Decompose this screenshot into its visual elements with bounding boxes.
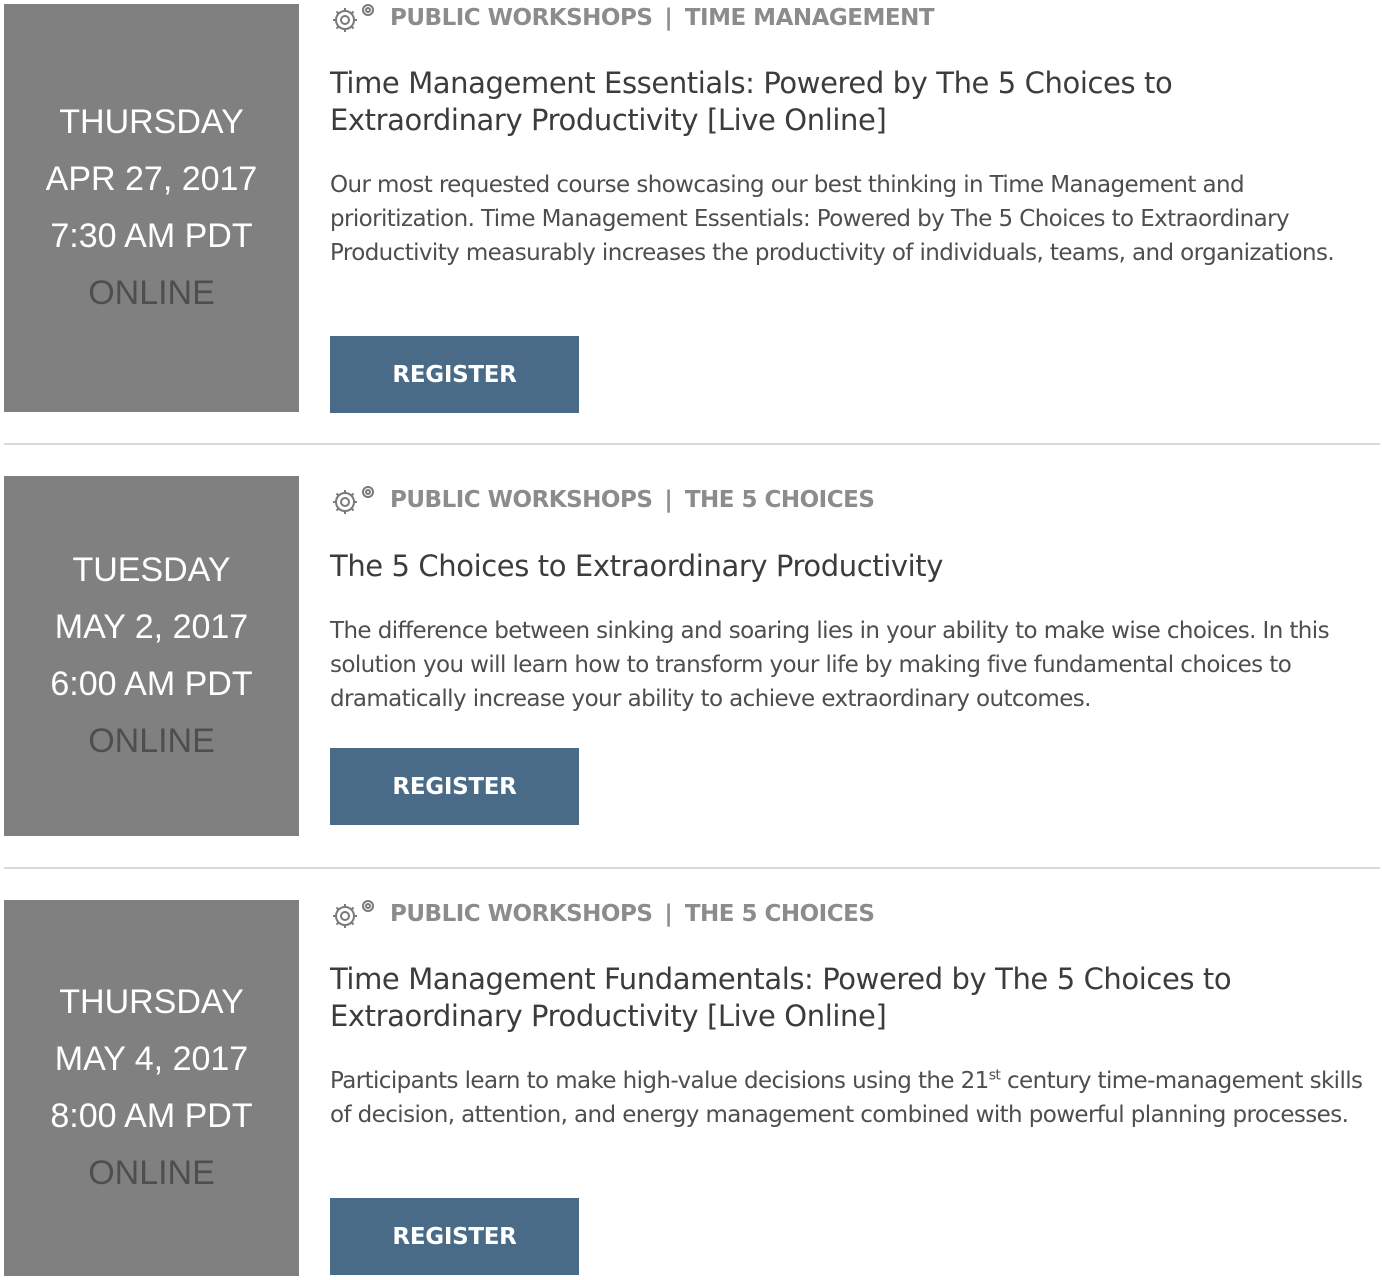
category-primary-link[interactable]: PUBLIC WORKSHOPS xyxy=(390,5,653,31)
category-secondary-link[interactable]: THE 5 CHOICES xyxy=(685,901,875,927)
event-category: PUBLIC WORKSHOPS | THE 5 CHOICES xyxy=(330,482,875,518)
description-text: Participants learn to make high-value de… xyxy=(330,1068,989,1094)
event-description: The difference between sinking and soari… xyxy=(330,618,1330,712)
gears-icon xyxy=(333,486,374,514)
event-time: 8:00 AM PDT xyxy=(50,1097,253,1135)
event-description: Participants learn to make high-value de… xyxy=(330,1064,1370,1132)
event-location: ONLINE xyxy=(88,274,215,312)
event-category: PUBLIC WORKSHOPS | THE 5 CHOICES xyxy=(330,896,875,932)
register-button[interactable]: REGISTER xyxy=(330,748,579,825)
event-title[interactable]: Time Management Fundamentals: Powered by… xyxy=(330,961,1370,1035)
event-title[interactable]: Time Management Essentials: Powered by T… xyxy=(330,65,1370,139)
event-title[interactable]: The 5 Choices to Extraordinary Productiv… xyxy=(330,548,1370,585)
category-secondary-link[interactable]: THE 5 CHOICES xyxy=(685,487,875,513)
register-button[interactable]: REGISTER xyxy=(330,1198,579,1275)
event-time: 7:30 AM PDT xyxy=(50,217,253,255)
event-weekday: TUESDAY xyxy=(72,551,231,589)
gears-icon xyxy=(333,900,374,928)
event-date: MAY 2, 2017 xyxy=(54,608,249,646)
category-secondary-link[interactable]: TIME MANAGEMENT xyxy=(685,5,935,31)
event-date: MAY 4, 2017 xyxy=(54,1040,249,1078)
category-primary-link[interactable]: PUBLIC WORKSHOPS xyxy=(390,901,653,927)
event-weekday: THURSDAY xyxy=(59,983,244,1021)
event-divider xyxy=(4,443,1380,445)
category-separator: | xyxy=(664,5,673,31)
description-superscript: st xyxy=(988,1067,1001,1084)
event-weekday: THURSDAY xyxy=(59,103,244,141)
event-location: ONLINE xyxy=(88,1154,215,1192)
category-primary-link[interactable]: PUBLIC WORKSHOPS xyxy=(390,487,653,513)
event-date: APR 27, 2017 xyxy=(45,160,258,198)
event-description: Our most requested course showcasing our… xyxy=(330,172,1335,266)
event-date-box: THURSDAY APR 27, 2017 7:30 AM PDT ONLINE xyxy=(4,4,299,412)
event-divider xyxy=(4,867,1380,869)
event-date-box: TUESDAY MAY 2, 2017 6:00 AM PDT ONLINE xyxy=(4,476,299,836)
event-time: 6:00 AM PDT xyxy=(50,665,253,703)
event-date-box: THURSDAY MAY 4, 2017 8:00 AM PDT ONLINE xyxy=(4,900,299,1276)
category-separator: | xyxy=(664,487,673,513)
gears-icon xyxy=(333,4,374,32)
event-location: ONLINE xyxy=(88,722,215,760)
register-button[interactable]: REGISTER xyxy=(330,336,579,413)
category-separator: | xyxy=(664,901,673,927)
event-category: PUBLIC WORKSHOPS | TIME MANAGEMENT xyxy=(330,0,935,36)
